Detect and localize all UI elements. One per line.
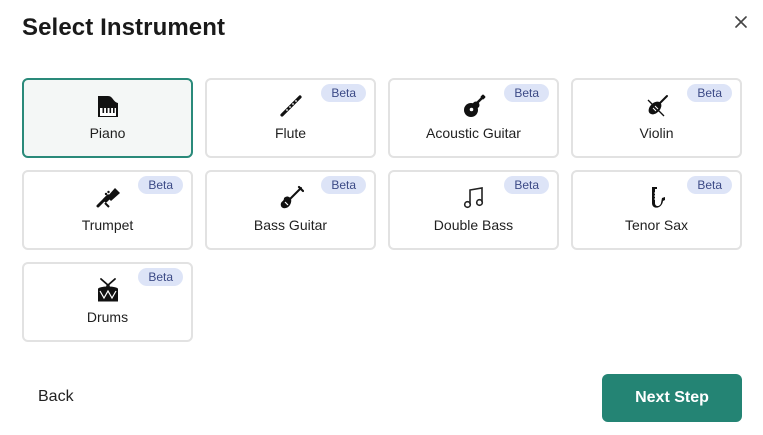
instrument-tile-drums[interactable]: Beta Drums xyxy=(22,262,193,342)
instrument-label: Acoustic Guitar xyxy=(426,125,521,141)
select-instrument-dialog: Select Instrument Piano Beta Flute Beta … xyxy=(0,0,763,435)
instrument-tile-violin[interactable]: Beta Violin xyxy=(571,78,742,158)
instrument-grid: Piano Beta Flute Beta Acoustic Guitar Be… xyxy=(22,78,742,342)
dialog-title: Select Instrument xyxy=(22,14,226,41)
instrument-tile-flute[interactable]: Beta Flute xyxy=(205,78,376,158)
instrument-label: Flute xyxy=(274,125,307,141)
instrument-tile-piano[interactable]: Piano xyxy=(22,78,193,158)
instrument-label: Tenor Sax xyxy=(624,217,689,233)
music-notes-icon xyxy=(460,184,488,212)
instrument-tile-double-bass[interactable]: Beta Double Bass xyxy=(388,170,559,250)
beta-badge: Beta xyxy=(138,268,183,286)
instrument-label: Violin xyxy=(639,125,674,141)
flute-icon xyxy=(277,92,305,120)
beta-badge: Beta xyxy=(504,176,549,194)
trumpet-icon xyxy=(94,184,122,212)
instrument-label: Double Bass xyxy=(433,217,514,233)
next-step-button[interactable]: Next Step xyxy=(602,374,742,422)
saxophone-icon xyxy=(643,184,671,212)
beta-badge: Beta xyxy=(687,84,732,102)
violin-icon xyxy=(643,92,671,120)
drum-icon xyxy=(94,276,122,304)
close-icon[interactable] xyxy=(731,12,751,32)
instrument-label: Piano xyxy=(89,125,126,141)
beta-badge: Beta xyxy=(687,176,732,194)
instrument-tile-tenor-sax[interactable]: Beta Tenor Sax xyxy=(571,170,742,250)
bass-guitar-icon xyxy=(277,184,305,212)
instrument-label: Trumpet xyxy=(81,217,134,233)
beta-badge: Beta xyxy=(321,176,366,194)
acoustic-guitar-icon xyxy=(460,92,488,120)
instrument-tile-bass-guitar[interactable]: Beta Bass Guitar xyxy=(205,170,376,250)
instrument-label: Drums xyxy=(86,309,129,325)
instrument-label: Bass Guitar xyxy=(253,217,328,233)
instrument-tile-acoustic-guitar[interactable]: Beta Acoustic Guitar xyxy=(388,78,559,158)
piano-icon xyxy=(94,92,122,120)
beta-badge: Beta xyxy=(504,84,549,102)
beta-badge: Beta xyxy=(138,176,183,194)
instrument-tile-trumpet[interactable]: Beta Trumpet xyxy=(22,170,193,250)
beta-badge: Beta xyxy=(321,84,366,102)
back-button[interactable]: Back xyxy=(38,388,74,406)
